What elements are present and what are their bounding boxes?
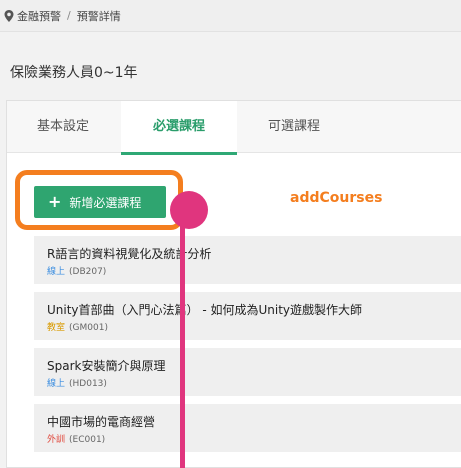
- course-name: R語言的資料視覺化及統計分析: [47, 247, 212, 261]
- annotation-pointer-dot: [170, 191, 208, 229]
- annotation-highlight-box: [15, 170, 183, 230]
- course-name: Unity首部曲（入門心法篇） - 如何成為Unity遊戲製作大師: [47, 303, 363, 317]
- annotation-pointer-line: [180, 210, 185, 468]
- breadcrumb-separator: /: [67, 9, 71, 22]
- course-code: (HD013): [69, 379, 107, 389]
- breadcrumb-item-alerts[interactable]: 金融預警: [17, 8, 61, 24]
- breadcrumb-item-current: 預警詳情: [76, 9, 121, 23]
- course-code: (DB207): [69, 267, 107, 277]
- list-item[interactable]: Unity首部曲（入門心法篇） - 如何成為Unity遊戲製作大師 教室 (GM0…: [34, 292, 461, 340]
- course-type: 線上: [47, 267, 66, 277]
- breadcrumb: 金融預警 / 預警詳情: [0, 0, 461, 32]
- tab-basic-settings[interactable]: 基本設定: [7, 101, 119, 152]
- list-item[interactable]: 中國市場的電商經營 外訓 (EC001): [34, 404, 461, 452]
- course-code: (EC001): [69, 435, 106, 445]
- course-type: 外訓: [47, 435, 66, 445]
- course-name: 中國市場的電商經營: [47, 415, 156, 429]
- page-title: 保險業務人員0~1年: [10, 65, 138, 81]
- list-item[interactable]: Spark安裝簡介與原理 線上 (HD013): [34, 348, 461, 396]
- course-name: Spark安裝簡介與原理: [47, 359, 166, 373]
- course-code: (GM001): [69, 323, 108, 333]
- annotation-label: addCourses: [290, 190, 383, 206]
- list-item[interactable]: R語言的資料視覺化及統計分析 線上 (DB207): [34, 236, 461, 284]
- location-pin-icon: [4, 9, 14, 22]
- course-type: 教室: [47, 323, 66, 333]
- tab-required-courses[interactable]: 必選課程: [121, 101, 237, 155]
- course-type: 線上: [47, 379, 66, 389]
- tab-bar: 基本設定 必選課程 可選課程: [7, 101, 461, 155]
- tab-optional-courses[interactable]: 可選課程: [239, 101, 349, 152]
